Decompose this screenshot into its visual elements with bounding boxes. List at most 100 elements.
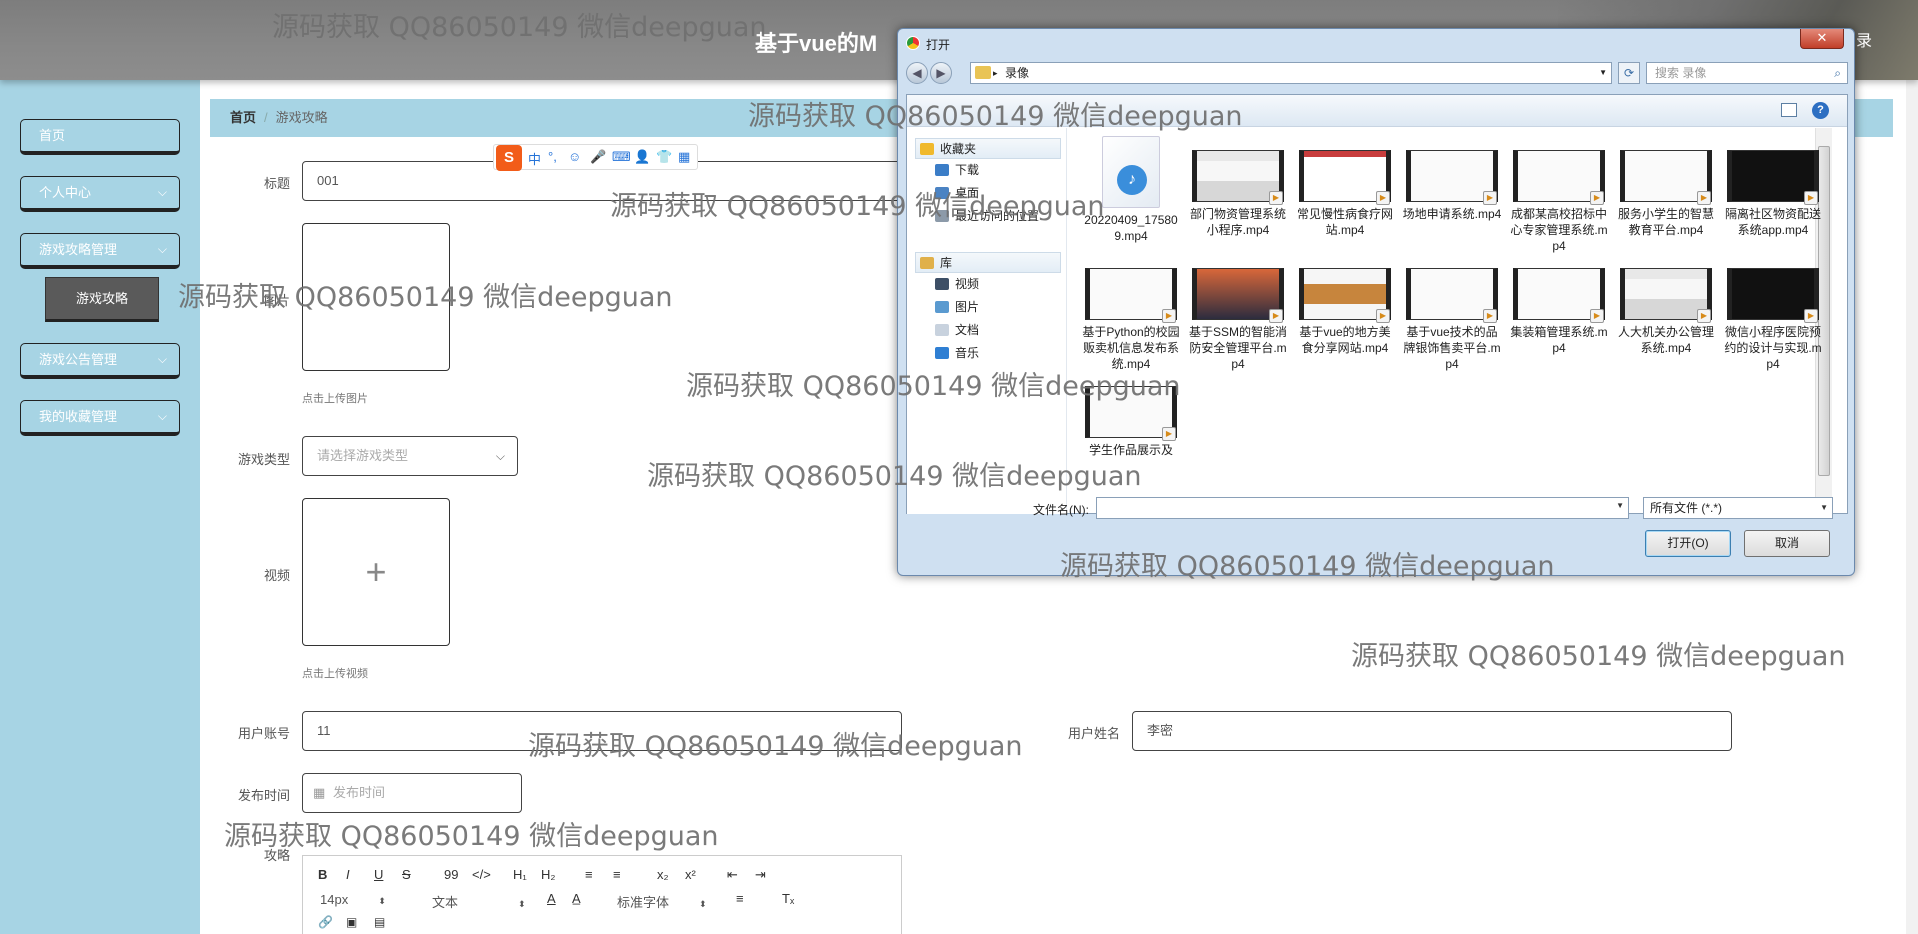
nav-item[interactable]: 文档 [935, 321, 979, 338]
music-note-icon: ♪ [1117, 165, 1147, 195]
sidebar-item-notice-management[interactable]: 游戏公告管理 ⌵ [20, 343, 180, 379]
folder-icon [935, 278, 949, 290]
file-item[interactable]: ▶ 基于vue的地方美食分享网站.mp4 [1295, 254, 1395, 372]
ordered-list-icon[interactable]: ≡ [585, 867, 593, 882]
code-icon[interactable]: </> [472, 867, 491, 882]
ime-keyboard-icon[interactable]: ⌨ [612, 149, 631, 165]
watermark-text: 源码获取 QQ86050149 微信deepguan [647, 461, 1142, 492]
font-color-icon[interactable]: A [547, 891, 556, 906]
back-button[interactable]: ◀ [906, 62, 928, 84]
clear-format-icon[interactable]: Tₓ [782, 891, 794, 906]
highlight-color-icon[interactable]: A̲ [572, 891, 581, 906]
file-item[interactable]: ▶ 服务小学生的智慧教育平台.mp4 [1616, 136, 1716, 254]
block-format-select[interactable]: 文本 ⬍ [432, 892, 526, 911]
ime-voice-icon[interactable]: 🎤 [590, 149, 606, 165]
file-item[interactable]: ▶ 部门物资管理系统小程序.mp4 [1188, 136, 1288, 254]
nav-item[interactable]: 下载 [935, 161, 979, 178]
open-button[interactable]: 打开(O) [1645, 530, 1731, 557]
folder-icon [975, 66, 991, 79]
rich-text-editor[interactable] [302, 855, 902, 934]
publish-time-input[interactable]: ▦ 发布时间 [302, 773, 522, 813]
path-breadcrumb[interactable]: ▸ 录像 ▼ [970, 62, 1612, 84]
help-icon[interactable]: ? [1812, 102, 1829, 119]
underline-icon[interactable]: U [374, 867, 383, 882]
bold-icon[interactable]: B [318, 867, 327, 882]
breadcrumb-home[interactable]: 首页 [230, 110, 256, 125]
name-input[interactable]: 李密 [1132, 711, 1732, 751]
h2-icon[interactable]: H₂ [541, 867, 555, 882]
ime-toolbar: S 中 °, ☺ 🎤 ⌨ 👤 👕 ▦ [493, 144, 698, 171]
play-icon: ▶ [1697, 309, 1711, 323]
video-thumbnail: ▶ [1513, 268, 1605, 323]
h1-icon[interactable]: H₁ [513, 867, 527, 882]
ime-toolbox-icon[interactable]: ▦ [678, 149, 690, 165]
strike-icon[interactable]: S [402, 867, 411, 882]
indent-icon[interactable]: ⇥ [755, 867, 766, 883]
nav-item[interactable]: 库 [915, 252, 1061, 273]
file-item[interactable]: ▶ 隔离社区物资配送系统app.mp4 [1723, 136, 1823, 254]
image-icon[interactable]: ▣ [346, 915, 357, 929]
sidebar-item-guide-management[interactable]: 游戏攻略管理 ⌵ [20, 233, 180, 269]
close-button[interactable]: ✕ [1800, 29, 1844, 49]
page-scrollbar[interactable] [1906, 80, 1918, 934]
play-icon: ▶ [1590, 309, 1604, 323]
file-name: 集装箱管理系统.mp4 [1510, 325, 1608, 355]
cancel-button[interactable]: 取消 [1744, 530, 1830, 557]
nav-item[interactable]: 图片 [935, 298, 979, 315]
file-item[interactable]: ▶ 成都某高校招标中心专家管理系统.mp4 [1509, 136, 1609, 254]
font-size-select[interactable]: 14px ⬍ [320, 892, 386, 907]
ime-chinese-mode-icon[interactable]: 中 [528, 149, 541, 168]
sidebar-item-home[interactable]: 首页 [20, 119, 180, 155]
video-icon[interactable]: ▤ [374, 915, 385, 929]
italic-icon[interactable]: I [346, 867, 350, 882]
dialog-titlebar[interactable]: 打开 ✕ [898, 29, 1854, 57]
file-item[interactable]: ▶ 集装箱管理系统.mp4 [1509, 254, 1609, 372]
filename-input[interactable]: ▼ [1096, 497, 1629, 519]
file-item[interactable]: ▶ 基于vue技术的品牌银饰售卖平台.mp4 [1402, 254, 1502, 372]
file-item[interactable]: ▶ 常见慢性病食疗网站.mp4 [1295, 136, 1395, 254]
forward-button[interactable]: ▶ [930, 62, 952, 84]
ime-user-icon[interactable]: 👤 [634, 149, 650, 165]
chevron-down-icon: ⌵ [157, 242, 167, 256]
search-input[interactable]: 搜索 录像 ⌕ [1646, 62, 1848, 84]
file-item[interactable]: ▶ 场地申请系统.mp4 [1402, 136, 1502, 254]
file-item[interactable]: ▶ 人大机关办公管理系统.mp4 [1616, 254, 1716, 372]
file-item[interactable]: ▶ 基于Python的校园贩卖机信息发布系统.mp4 [1081, 254, 1181, 372]
video-upload-hint: 点击上传视频 [302, 668, 368, 680]
sidebar-item-profile[interactable]: 个人中心 ⌵ [20, 176, 180, 212]
nav-item[interactable]: 视频 [935, 275, 979, 292]
font-family-value: 标准字体 [617, 895, 670, 910]
sidebar-item-favorites-management[interactable]: 我的收藏管理 ⌵ [20, 400, 180, 436]
chevron-down-icon: ▼ [1599, 68, 1607, 77]
account-label: 用户账号 [237, 726, 290, 741]
nav-item[interactable]: 收藏夹 [915, 138, 1061, 159]
ime-punctuation-icon[interactable]: °, [548, 149, 557, 164]
nav-item-label: 音乐 [955, 346, 980, 360]
font-family-select[interactable]: 标准字体 ⬍ [617, 892, 707, 911]
sidebar-item-label: 游戏攻略管理 [39, 242, 118, 257]
subscript-icon[interactable]: x₂ [657, 867, 669, 882]
chrome-icon [906, 36, 920, 50]
blockquote-icon[interactable]: 99 [444, 867, 458, 882]
sidebar-subitem-guide[interactable]: 游戏攻略 [45, 277, 159, 322]
search-icon: ⌕ [1834, 66, 1841, 80]
refresh-button[interactable]: ⟳ [1618, 62, 1640, 84]
filetype-select[interactable]: 所有文件 (*.*) ▼ [1643, 497, 1833, 519]
align-icon[interactable]: ≡ [736, 891, 744, 906]
file-list: ♪ 20220409_175809.mp4 ▶ 部门物资管理系统小程序.mp4 ▶ 常见慢… [1067, 128, 1832, 514]
outdent-icon[interactable]: ⇤ [727, 867, 738, 883]
link-icon[interactable]: 🔗 [318, 915, 333, 929]
logout-link[interactable]: 录 [1856, 27, 1872, 51]
file-item[interactable]: ▶ 微信小程序医院预约的设计与实现.mp4 [1723, 254, 1823, 372]
preview-pane-icon[interactable] [1781, 103, 1797, 117]
ime-emoji-icon[interactable]: ☺ [568, 149, 581, 164]
bullet-list-icon[interactable]: ≡ [613, 867, 621, 882]
ime-skin-icon[interactable]: 👕 [656, 149, 672, 165]
nav-item[interactable]: 音乐 [935, 344, 979, 361]
file-item[interactable]: ▶ 基于SSM的智能消防安全管理平台.mp4 [1188, 254, 1288, 372]
game-type-select[interactable]: 请选择游戏类型 ⌵ [302, 436, 518, 476]
watermark-text: 源码获取 QQ86050149 微信deepguan [178, 282, 673, 313]
superscript-icon[interactable]: x² [685, 867, 696, 882]
video-upload[interactable]: + [302, 498, 450, 646]
sidebar-item-label: 首页 [39, 128, 66, 143]
